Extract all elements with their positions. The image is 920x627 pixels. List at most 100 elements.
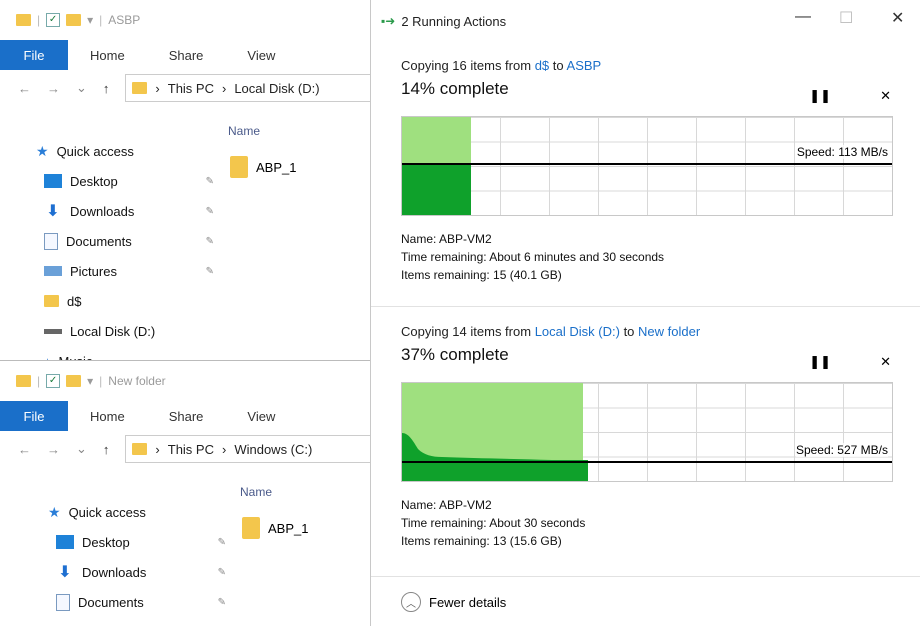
minimize-icon[interactable]: — [795, 8, 811, 26]
address-bar[interactable]: › This PC › Local Disk (D:) [125, 74, 372, 102]
pin-icon[interactable]: ✎ [206, 236, 214, 247]
nav-item-desktop[interactable]: Desktop ✎ [48, 527, 226, 557]
tab-home[interactable]: Home [68, 409, 147, 424]
star-icon: ★ [36, 142, 49, 159]
source-link[interactable]: Local Disk (D:) [535, 324, 620, 339]
ribbon-tabs: File Home Share View [0, 40, 372, 70]
pause-icon[interactable]: ❚❚ [809, 354, 831, 370]
nav-quick-access[interactable]: ★ Quick access [36, 136, 206, 166]
pin-icon[interactable]: ✎ [206, 266, 214, 277]
nav-item-local-disk[interactable]: Local Disk (D:) [36, 316, 214, 346]
address-bar[interactable]: › This PC › Windows (C:) [125, 435, 372, 463]
nav-label: Desktop [70, 173, 118, 189]
pictures-icon [44, 266, 62, 276]
nav-label: Local Disk (D:) [70, 323, 156, 339]
speed-line [402, 163, 892, 165]
address-bar-row: ← → ⌄ ↑ › This PC › Local Disk (D:) [0, 70, 372, 106]
nav-item-d-share[interactable]: d$ [36, 286, 214, 316]
details-panel: Name: ABP-VM2 Time remaining: About 6 mi… [401, 230, 664, 284]
properties-icon[interactable]: ✓ [46, 374, 61, 388]
nav-item-documents[interactable]: Documents ✎ [36, 226, 214, 256]
address-bar-row: ← → ⌄ ↑ › This PC › Windows (C:) [0, 431, 372, 467]
star-icon: ★ [48, 503, 61, 520]
up-arrow-icon[interactable]: ↑ [103, 81, 110, 96]
nav-label: Documents [78, 594, 144, 610]
throughput-area [402, 165, 471, 215]
details-panel: Name: ABP-VM2 Time remaining: About 30 s… [401, 496, 585, 550]
pin-icon[interactable]: ✎ [206, 176, 214, 187]
detail-time-remaining: Time remaining: About 6 minutes and 30 s… [401, 250, 665, 264]
desktop-icon [44, 174, 62, 188]
close-icon[interactable]: ✕ [891, 8, 904, 28]
pause-icon[interactable]: ❚❚ [809, 88, 831, 104]
nav-label: Quick access [56, 143, 134, 159]
back-arrow-icon[interactable]: ← [18, 81, 31, 96]
speed-label: Speed: 113 MB/s [796, 145, 888, 159]
column-header-name[interactable]: Name [228, 124, 260, 138]
explorer-titlebar: | ✓ ▾ | New folder [0, 361, 372, 401]
tab-share[interactable]: Share [147, 48, 226, 63]
destination-link[interactable]: ASBP [567, 58, 602, 73]
copy-source-line: Copying 16 items from d$ to ASBP [401, 58, 891, 73]
tab-share[interactable]: Share [147, 409, 226, 424]
divider [371, 576, 920, 577]
nav-item-downloads[interactable]: ⬇ Downloads ✎ [36, 196, 214, 226]
column-header-name[interactable]: Name [240, 485, 272, 499]
quick-access-dropdown-icon[interactable]: ▾ [87, 13, 93, 27]
recent-dropdown-icon[interactable]: ⌄ [76, 80, 87, 96]
speed-graph: Speed: 113 MB/s [401, 116, 893, 216]
copy-to-word: to [623, 324, 635, 339]
pin-icon[interactable]: ✎ [218, 597, 226, 608]
speed-graph: Speed: 527 MB/s [401, 382, 893, 482]
breadcrumb-location[interactable]: Local Disk (D:) [234, 81, 319, 96]
fewer-details-label: Fewer details [429, 594, 507, 610]
drive-icon [44, 328, 62, 334]
tab-view[interactable]: View [225, 48, 297, 63]
source-link[interactable]: d$ [535, 58, 549, 73]
forward-arrow-icon[interactable]: → [47, 442, 60, 457]
file-item[interactable]: ABP_1 [230, 156, 296, 178]
nav-label: Quick access [68, 504, 146, 520]
new-folder-icon[interactable] [66, 375, 82, 387]
pin-icon[interactable]: ✎ [218, 567, 226, 578]
destination-link[interactable]: New folder [638, 324, 700, 339]
breadcrumb-location[interactable]: Windows (C:) [234, 442, 312, 457]
cancel-icon[interactable]: ✕ [880, 354, 891, 370]
chevron-right-icon: › [155, 80, 160, 96]
folder-icon [230, 156, 248, 178]
nav-item-documents[interactable]: Documents ✎ [48, 587, 226, 617]
up-arrow-icon[interactable]: ↑ [103, 442, 110, 457]
dialog-titlebar: ▪➜ 2 Running Actions [371, 0, 920, 42]
ribbon-tabs: File Home Share View [0, 401, 372, 431]
tab-file[interactable]: File [0, 401, 68, 431]
tab-file[interactable]: File [0, 40, 68, 70]
chevron-up-icon: ︿ [401, 592, 421, 612]
properties-icon[interactable]: ✓ [46, 13, 61, 27]
new-folder-icon[interactable] [66, 14, 82, 26]
nav-label: Documents [66, 233, 132, 249]
copy-prefix: Copying 16 items from [401, 58, 532, 73]
file-item[interactable]: ABP_1 [242, 517, 308, 539]
nav-quick-access[interactable]: ★ Quick access [48, 497, 218, 527]
pin-icon[interactable]: ✎ [206, 206, 214, 217]
tab-home[interactable]: Home [68, 48, 147, 63]
nav-item-desktop[interactable]: Desktop ✎ [36, 166, 214, 196]
nav-item-pictures[interactable]: Pictures ✎ [36, 256, 214, 286]
fewer-details-button[interactable]: ︿ Fewer details [401, 592, 506, 612]
recent-dropdown-icon[interactable]: ⌄ [76, 441, 87, 457]
running-actions-dialog: ▪➜ 2 Running Actions — ☐ ✕ Copying 16 it… [370, 0, 920, 626]
tab-view[interactable]: View [225, 409, 297, 424]
pin-icon[interactable]: ✎ [218, 537, 226, 548]
file-name: ABP_1 [268, 520, 309, 536]
back-arrow-icon[interactable]: ← [18, 442, 31, 457]
folder-icon [16, 375, 31, 387]
breadcrumb-this-pc[interactable]: This PC [168, 81, 214, 96]
folder-icon [132, 82, 148, 94]
breadcrumb-this-pc[interactable]: This PC [168, 442, 214, 457]
cancel-icon[interactable]: ✕ [880, 88, 891, 104]
copy-arrow-icon: ▪➜ [381, 14, 396, 28]
quick-access-dropdown-icon[interactable]: ▾ [87, 374, 93, 388]
download-arrow-icon: ⬇ [46, 203, 60, 220]
forward-arrow-icon[interactable]: → [47, 81, 60, 96]
nav-item-downloads[interactable]: ⬇ Downloads ✎ [48, 557, 226, 587]
